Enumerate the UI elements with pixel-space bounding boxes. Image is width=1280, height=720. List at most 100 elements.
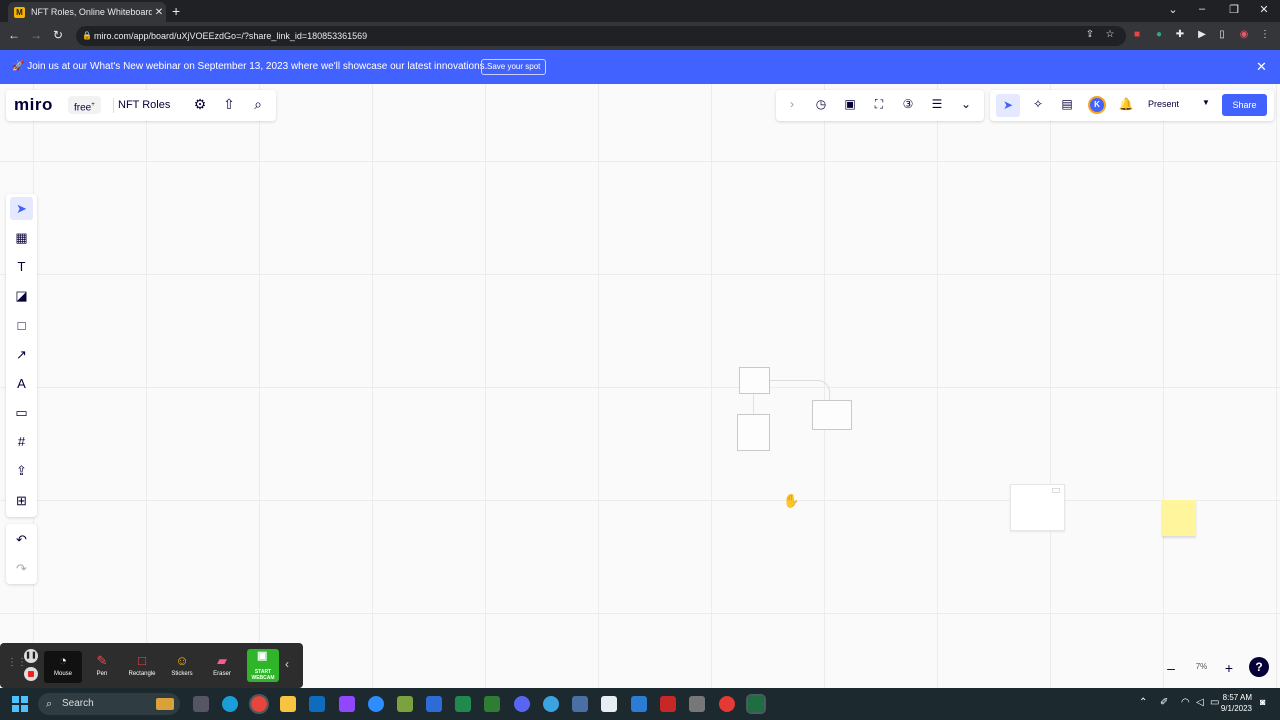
back-icon[interactable]: ← xyxy=(6,28,22,42)
task-view-icon[interactable] xyxy=(193,696,209,712)
extension-icon[interactable]: ■ xyxy=(1130,29,1144,40)
undo-icon[interactable]: ↶ xyxy=(10,528,33,551)
forward-icon[interactable]: → xyxy=(28,28,44,42)
twitch-icon[interactable] xyxy=(339,696,355,712)
zoom-level[interactable]: 7% xyxy=(1189,662,1214,671)
calculator-icon[interactable] xyxy=(689,696,705,712)
browser-tab[interactable]: M NFT Roles, Online Whiteboard fo ✕ xyxy=(8,2,166,22)
celebrate-icon[interactable]: ✧ xyxy=(1029,97,1047,111)
chevron-right-icon[interactable]: › xyxy=(783,97,801,111)
board-shape[interactable] xyxy=(739,367,770,394)
app-icon[interactable] xyxy=(543,696,559,712)
more-chevron-icon[interactable]: ⌄ xyxy=(957,97,975,111)
video-icon[interactable]: ▣ xyxy=(841,97,859,111)
frame-icon[interactable]: # xyxy=(10,430,33,453)
chrome-browser-icon[interactable] xyxy=(249,694,269,714)
vscode-icon[interactable] xyxy=(631,696,647,712)
restore-icon[interactable]: ❐ xyxy=(1224,3,1244,16)
stop-record-icon[interactable] xyxy=(24,667,38,681)
select-arrow-icon[interactable]: ➤ xyxy=(10,197,33,220)
bell-icon[interactable]: 🔔 xyxy=(1117,97,1135,111)
sidepanel-icon[interactable]: ▯ xyxy=(1215,29,1229,40)
pen-icon[interactable]: A xyxy=(10,372,33,395)
redo-icon[interactable]: ↷ xyxy=(10,557,33,580)
app-icon[interactable] xyxy=(660,696,676,712)
pen-tray-icon[interactable]: ✐ xyxy=(1160,697,1168,708)
voting-icon[interactable]: ③ xyxy=(899,97,917,111)
tab-search-icon[interactable]: ⌄ xyxy=(1163,3,1183,16)
focus-icon[interactable]: ⛶ xyxy=(870,97,888,112)
shape-icon[interactable]: □ xyxy=(10,314,33,337)
zoom-in-button[interactable]: + xyxy=(1219,658,1239,678)
start-webcam-button[interactable]: ▣ START WEBCAM xyxy=(247,649,279,682)
url-field[interactable]: 🔒 miro.com/app/board/uXjVOEEzdGo=/?share… xyxy=(76,26,1126,46)
sticky-note-icon[interactable]: ◪ xyxy=(10,284,33,307)
whiteboard-canvas[interactable] xyxy=(0,84,1280,688)
save-your-spot-button[interactable]: Save your spot xyxy=(481,59,547,75)
board-frame[interactable] xyxy=(1010,484,1065,531)
share-button[interactable]: Share xyxy=(1222,94,1267,116)
plan-badge[interactable]: free+ xyxy=(68,96,101,114)
app-icon[interactable] xyxy=(572,696,588,712)
templates-icon[interactable]: ▦ xyxy=(10,226,33,249)
export-upload-icon[interactable]: ⇧ xyxy=(220,96,238,113)
zoom-app-icon[interactable] xyxy=(368,696,384,712)
settings-gear-icon[interactable]: ⚙ xyxy=(191,96,209,113)
sticky-note[interactable] xyxy=(1162,500,1196,536)
recorder-tool-pen[interactable]: ✎ Pen xyxy=(83,651,121,683)
board-name[interactable]: NFT Roles xyxy=(118,99,170,111)
connector-line[interactable] xyxy=(770,380,830,400)
tray-chevron-icon[interactable]: ⌃ xyxy=(1139,697,1147,708)
app-icon[interactable] xyxy=(397,696,413,712)
app-icon[interactable] xyxy=(601,696,617,712)
select-cursor-icon[interactable]: ➤ xyxy=(996,94,1020,117)
comments-icon[interactable]: ▤ xyxy=(1058,97,1076,111)
timer-icon[interactable]: ◷ xyxy=(812,97,830,111)
present-button[interactable]: Present xyxy=(1148,99,1179,109)
upload-icon[interactable]: ⇪ xyxy=(10,459,33,482)
file-explorer-icon[interactable] xyxy=(280,696,296,712)
chevron-down-icon[interactable]: ▼ xyxy=(1202,98,1210,107)
recorder-tool-mouse[interactable]: ◔ Mouse xyxy=(44,651,82,683)
app-icon[interactable] xyxy=(455,696,471,712)
avatar[interactable]: K xyxy=(1088,96,1106,114)
app-icon[interactable] xyxy=(484,696,500,712)
volume-icon[interactable]: ◁ xyxy=(1196,697,1204,708)
wifi-icon[interactable]: ◠ xyxy=(1181,697,1190,708)
excel-icon[interactable] xyxy=(746,694,766,714)
connection-line-icon[interactable]: ↗ xyxy=(10,343,33,366)
share-page-icon[interactable]: ⇪ xyxy=(1083,29,1097,40)
notification-icon[interactable]: ◙ xyxy=(1260,697,1265,707)
window-close-icon[interactable]: ✕ xyxy=(1254,3,1274,16)
help-button[interactable]: ? xyxy=(1249,657,1269,677)
recorder-tool-eraser[interactable]: ▰ Eraser xyxy=(203,651,241,683)
search-icon[interactable]: ⌕ xyxy=(249,96,267,113)
recorder-tool-rectangle[interactable]: □ Rectangle xyxy=(123,651,161,683)
minimize-icon[interactable]: – xyxy=(1192,3,1212,15)
chrome-menu-icon[interactable]: ⋮ xyxy=(1258,29,1272,40)
tab-close-icon[interactable]: ✕ xyxy=(152,7,166,18)
taskbar-search[interactable]: ⌕ Search xyxy=(38,693,180,715)
banner-close-icon[interactable]: ✕ xyxy=(1256,59,1267,75)
new-tab-button[interactable]: + xyxy=(172,3,180,19)
profile-icon[interactable]: ◉ xyxy=(1237,29,1251,40)
bookmark-star-icon[interactable]: ☆ xyxy=(1103,29,1117,40)
notes-icon[interactable]: ☰ xyxy=(928,97,946,111)
reload-icon[interactable]: ↻ xyxy=(50,28,66,42)
extensions-puzzle-icon[interactable]: ✚ xyxy=(1173,29,1187,40)
outlook-icon[interactable] xyxy=(309,696,325,712)
chrome-browser-icon[interactable] xyxy=(719,696,735,712)
extension-icon[interactable]: ● xyxy=(1152,29,1166,40)
windows-start-icon[interactable] xyxy=(12,696,28,712)
text-icon[interactable]: T xyxy=(10,255,33,278)
zoom-out-button[interactable]: – xyxy=(1161,658,1181,678)
clock[interactable]: 8:57 AM 9/1/2023 xyxy=(1221,692,1252,714)
pause-icon[interactable]: ❚❚ xyxy=(24,649,38,663)
miro-logo[interactable]: miro xyxy=(14,95,53,115)
comment-icon[interactable]: ▭ xyxy=(10,401,33,424)
connector-line[interactable] xyxy=(753,394,754,414)
board-shape[interactable] xyxy=(737,414,770,451)
recorder-tool-stickers[interactable]: ☺ Stickers xyxy=(163,651,201,683)
extension-icon[interactable]: ▶ xyxy=(1195,29,1209,40)
more-apps-icon[interactable]: ⊞ xyxy=(10,489,33,512)
